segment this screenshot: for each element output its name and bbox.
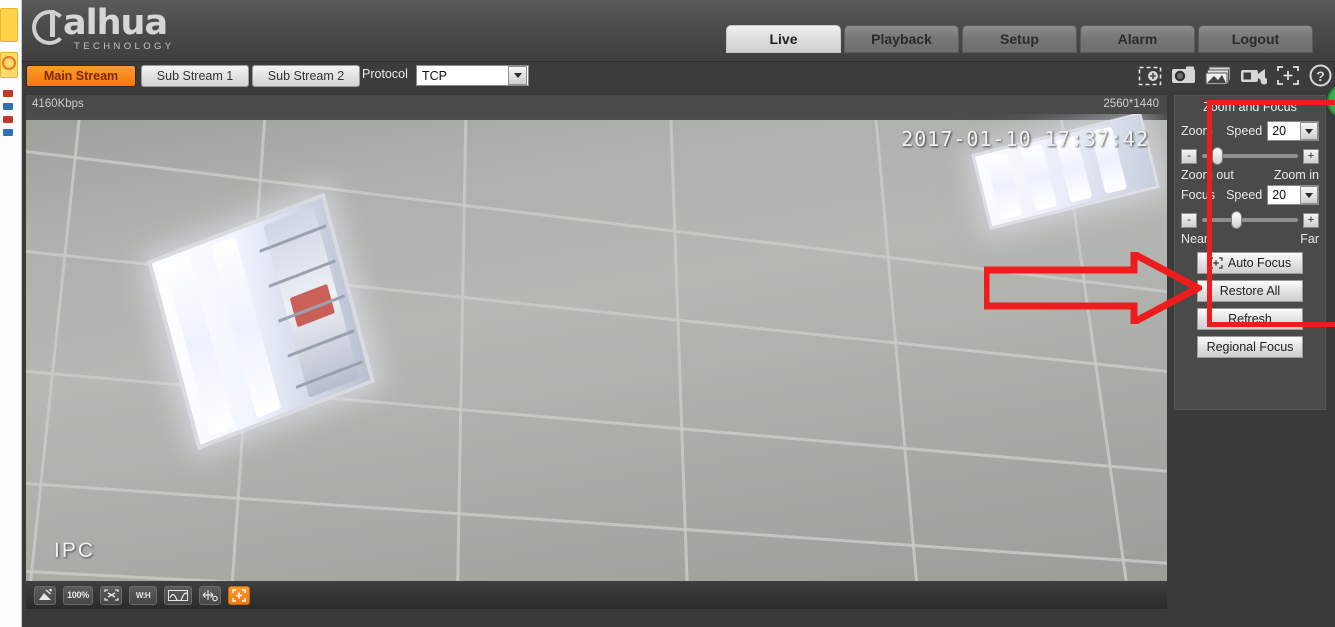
focus-speed-select[interactable]: 20 — [1267, 185, 1319, 205]
focus-slider-row: - + — [1181, 209, 1319, 231]
nav-tab-playback[interactable]: Playback — [844, 25, 959, 53]
zoom-in-label: Zoom in — [1273, 168, 1319, 182]
sidebar-mark-1 — [3, 90, 13, 97]
main-navigation: Live Playback Setup Alarm Logout — [726, 25, 1313, 53]
focus-near-label: Near — [1181, 232, 1209, 246]
zoom-slider-row: - + — [1181, 145, 1319, 167]
image-adjust-icon[interactable] — [34, 585, 56, 605]
sub-stream-1-button[interactable]: Sub Stream 1 — [141, 65, 249, 87]
zoom-speed-value: 20 — [1272, 124, 1287, 138]
zoom-focus-toggle-icon[interactable] — [228, 585, 250, 605]
svg-text:?: ? — [1316, 68, 1325, 84]
focus-range-labels: Near Far — [1175, 232, 1325, 246]
focus-speed-row: Focus Speed 20 — [1175, 182, 1325, 208]
resolution-label: 2560*1440 — [1103, 98, 1159, 110]
protocol-label: Protocol — [362, 67, 408, 81]
zoom-out-label: Zoom out — [1181, 168, 1234, 182]
nav-tab-live[interactable]: Live — [726, 25, 841, 53]
focus-near-button[interactable]: - — [1181, 212, 1197, 228]
sidebar-mark-3 — [3, 116, 13, 123]
osd-timestamp: 2017-01-10 17:37:42 — [901, 127, 1149, 151]
focus-slider-track[interactable] — [1202, 211, 1298, 229]
focus-speed-label: Speed — [1226, 188, 1263, 202]
chevron-down-icon[interactable] — [508, 66, 527, 85]
focus-far-button[interactable]: + — [1303, 212, 1319, 228]
sidebar-mark-4 — [3, 129, 13, 136]
focus-far-label: Far — [1300, 232, 1319, 246]
zoom-slider-track[interactable] — [1202, 147, 1298, 165]
fluency-button[interactable] — [164, 585, 192, 605]
zoom-focus-icon[interactable] — [1276, 65, 1300, 86]
bookmark-chip-1[interactable] — [0, 8, 18, 42]
auto-focus-label: Auto Focus — [1227, 256, 1292, 270]
nav-tab-setup[interactable]: Setup — [962, 25, 1077, 53]
video-frame[interactable]: 2017-01-10 17:37:42 IPC — [26, 114, 1167, 581]
zoom-and-focus-panel: Zoom and Focus Zoom Speed 20 - + Zoom ou… — [1174, 95, 1326, 410]
zoom-label: Zoom — [1181, 124, 1213, 138]
record-icon[interactable] — [1240, 66, 1267, 86]
focus-speed-value: 20 — [1272, 188, 1287, 202]
bitrate-label: 4160Kbps — [32, 98, 84, 110]
video-info-bar: 4160Kbps 2560*1440 — [26, 95, 1167, 114]
zoom-in-button[interactable]: + — [1303, 148, 1319, 164]
sub-stream-2-button[interactable]: Sub Stream 2 — [252, 65, 360, 87]
ptz-direction-icon[interactable] — [199, 585, 221, 605]
zoom-range-labels: Zoom out Zoom in — [1175, 168, 1325, 182]
focus-slider-thumb[interactable] — [1230, 211, 1242, 229]
auto-focus-button[interactable]: Auto Focus — [1197, 252, 1303, 274]
video-player[interactable]: 4160Kbps 2560*1440 2017-01-10 17:37:42 I… — [26, 95, 1167, 609]
restore-all-button[interactable]: Restore All — [1197, 280, 1303, 302]
live-action-icons: ? — [1138, 64, 1332, 87]
brand-tagline: TECHNOLOGY — [74, 41, 175, 52]
zoom-speed-row: Zoom Speed 20 — [1175, 118, 1325, 144]
main-stream-button[interactable]: Main Stream — [26, 65, 136, 87]
zoom-slider-thumb[interactable] — [1211, 147, 1223, 165]
stream-toolbar: Main Stream Sub Stream 1 Sub Stream 2 Pr… — [22, 62, 1335, 91]
full-screen-icon[interactable] — [100, 585, 122, 605]
digital-zoom-icon[interactable] — [1138, 65, 1162, 87]
chevron-down-icon[interactable] — [1300, 186, 1318, 204]
regional-focus-button[interactable]: Regional Focus — [1197, 336, 1303, 358]
aspect-ratio-button[interactable]: W:H — [129, 585, 157, 605]
dahua-a-glyph-icon — [32, 9, 67, 45]
zoom-speed-label: Speed — [1226, 124, 1263, 138]
panel-title: Zoom and Focus — [1203, 100, 1297, 114]
header-bar: alhua TECHNOLOGY Live Playback Setup Ala… — [22, 0, 1335, 62]
nav-tab-alarm[interactable]: Alarm — [1080, 25, 1195, 53]
dahua-logo: alhua TECHNOLOGY — [32, 6, 332, 56]
brand-wordmark: alhua — [32, 3, 332, 45]
ceiling-light-fixture — [146, 192, 376, 451]
chevron-down-icon[interactable] — [1300, 122, 1318, 140]
live-view-stage: 4160Kbps 2560*1440 2017-01-10 17:37:42 I… — [22, 91, 1335, 627]
zoom-out-button[interactable]: - — [1181, 148, 1197, 164]
multi-snapshot-icon[interactable] — [1205, 65, 1231, 86]
focus-label: Focus — [1181, 188, 1216, 202]
sidebar-mark-2 — [3, 103, 13, 110]
original-size-button[interactable]: 100% — [63, 585, 93, 605]
brand-name-text: alhua — [63, 3, 168, 43]
rss-icon — [2, 56, 16, 70]
camera-web-ui: alhua TECHNOLOGY Live Playback Setup Ala… — [22, 0, 1335, 627]
osd-channel-name: IPC — [54, 539, 96, 562]
zoom-speed-select[interactable]: 20 — [1267, 121, 1319, 141]
refresh-button[interactable]: Refresh — [1197, 308, 1303, 330]
help-icon[interactable]: ? — [1309, 64, 1332, 87]
auto-focus-icon — [1209, 257, 1223, 269]
nav-tab-logout[interactable]: Logout — [1198, 25, 1313, 53]
snapshot-icon[interactable] — [1171, 65, 1196, 86]
player-toolbar: 100% W:H — [26, 581, 1167, 609]
protocol-selected-value: TCP — [422, 68, 447, 83]
browser-sidebar-strip — [0, 0, 22, 627]
protocol-select[interactable]: TCP — [416, 65, 529, 86]
